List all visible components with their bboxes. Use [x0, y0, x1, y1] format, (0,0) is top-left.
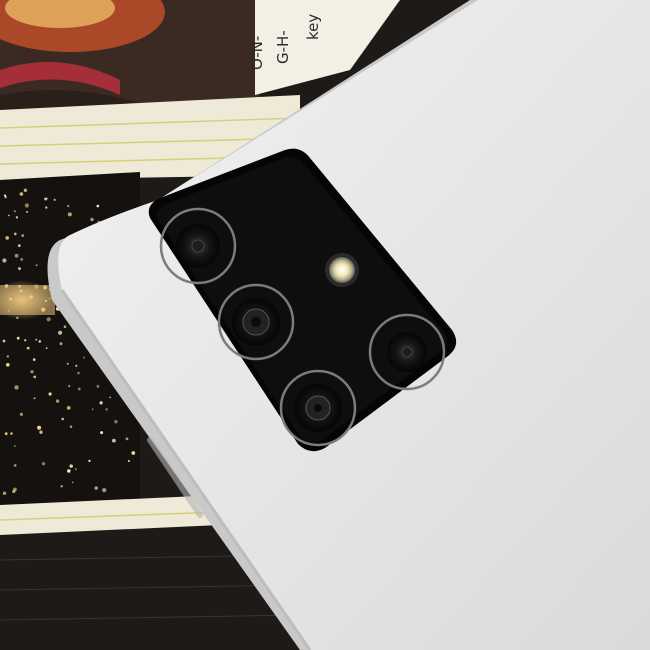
city-light-dot — [17, 244, 21, 248]
city-light-dot — [44, 197, 48, 201]
city-light-dot — [68, 385, 71, 388]
letter-card-text-3: key — [304, 14, 322, 40]
city-light-dot — [96, 385, 100, 388]
city-light-dot — [6, 355, 9, 358]
city-light-dot — [13, 487, 17, 492]
city-light-dot — [127, 460, 130, 462]
city-light-dot — [67, 212, 72, 217]
city-light-dot — [32, 358, 36, 361]
city-light-dot — [38, 340, 42, 343]
city-light-dot — [6, 363, 10, 367]
city-light-dot — [41, 462, 46, 466]
city-light-dot — [131, 451, 136, 455]
city-light-dot — [2, 258, 7, 263]
photo-svg: O-N- G-H- key — [0, 0, 650, 650]
city-light-dot — [77, 371, 80, 375]
city-light-dot — [61, 417, 64, 421]
city-light-dot — [102, 488, 107, 493]
city-light-dot — [18, 267, 21, 271]
city-light-dot — [63, 325, 67, 329]
city-light-dot — [75, 468, 77, 470]
city-light-dot — [4, 432, 8, 436]
city-light-dot — [24, 203, 29, 208]
camera-flash — [325, 253, 359, 287]
city-light-dot — [19, 412, 23, 416]
city-light-dot — [13, 464, 17, 467]
city-light-dot — [53, 198, 56, 201]
city-light-dot — [13, 445, 16, 447]
city-light-dot — [69, 464, 73, 468]
city-light-dot — [4, 196, 7, 199]
city-light-dot — [60, 485, 63, 488]
letter-card-text-2: G-H- — [274, 30, 292, 64]
city-light-dot — [16, 336, 20, 340]
city-light-dot — [114, 420, 118, 424]
city-light-dot — [45, 206, 48, 209]
city-light-dot — [33, 375, 37, 379]
city-light-dot — [112, 438, 116, 443]
city-light-dot — [83, 356, 85, 359]
city-light-dot — [14, 232, 17, 236]
city-light-dot — [2, 491, 7, 495]
city-light-dot — [66, 406, 71, 410]
city-light-dot — [13, 210, 16, 213]
city-light-dot — [69, 425, 73, 429]
city-light-dot — [75, 364, 78, 367]
city-light-dot — [67, 469, 71, 473]
city-light-dot — [15, 216, 19, 219]
city-light-dot — [96, 204, 100, 208]
city-light-dot — [100, 431, 104, 435]
city-light-dot — [35, 338, 38, 341]
city-light-dot — [48, 392, 52, 396]
city-light-dot — [46, 317, 51, 322]
city-light-dot — [37, 425, 42, 430]
city-light-dot — [105, 408, 108, 411]
city-light-dot — [5, 236, 9, 240]
city-light-dot — [45, 347, 48, 350]
city-light-dot — [94, 486, 98, 490]
city-light-dot — [88, 459, 91, 462]
city-light-dot — [99, 401, 103, 405]
city-light-dot — [67, 204, 70, 208]
city-light-dot — [24, 339, 27, 342]
letter-card-text-1: O-N- — [248, 36, 266, 70]
city-light-dot — [10, 432, 13, 435]
city-light-dot — [23, 188, 28, 192]
city-light-dot — [109, 396, 111, 399]
city-light-dot — [91, 408, 94, 411]
city-light-dot — [55, 399, 60, 403]
city-light-dot — [77, 387, 81, 391]
city-light-dot — [8, 214, 10, 217]
city-light-dot — [33, 397, 36, 400]
city-light-dot — [30, 370, 34, 374]
city-light-dot — [58, 330, 63, 335]
city-light-dot — [26, 346, 30, 350]
city-light-dot — [14, 385, 19, 390]
city-light-dot — [90, 217, 94, 222]
city-light-dot — [14, 253, 19, 258]
city-light-dot — [35, 264, 38, 267]
city-light-dot — [20, 258, 24, 261]
city-light-dot — [2, 339, 6, 343]
city-light-dot — [125, 437, 129, 441]
city-light-dot — [66, 362, 69, 365]
city-light-dot — [21, 234, 25, 237]
city-light-dot — [71, 481, 74, 484]
city-light-dot — [26, 210, 28, 213]
city-light-dot — [19, 192, 24, 196]
city-light-dot — [39, 430, 43, 434]
photo-scene: O-N- G-H- key — [0, 0, 650, 650]
city-light-dot — [59, 342, 63, 346]
